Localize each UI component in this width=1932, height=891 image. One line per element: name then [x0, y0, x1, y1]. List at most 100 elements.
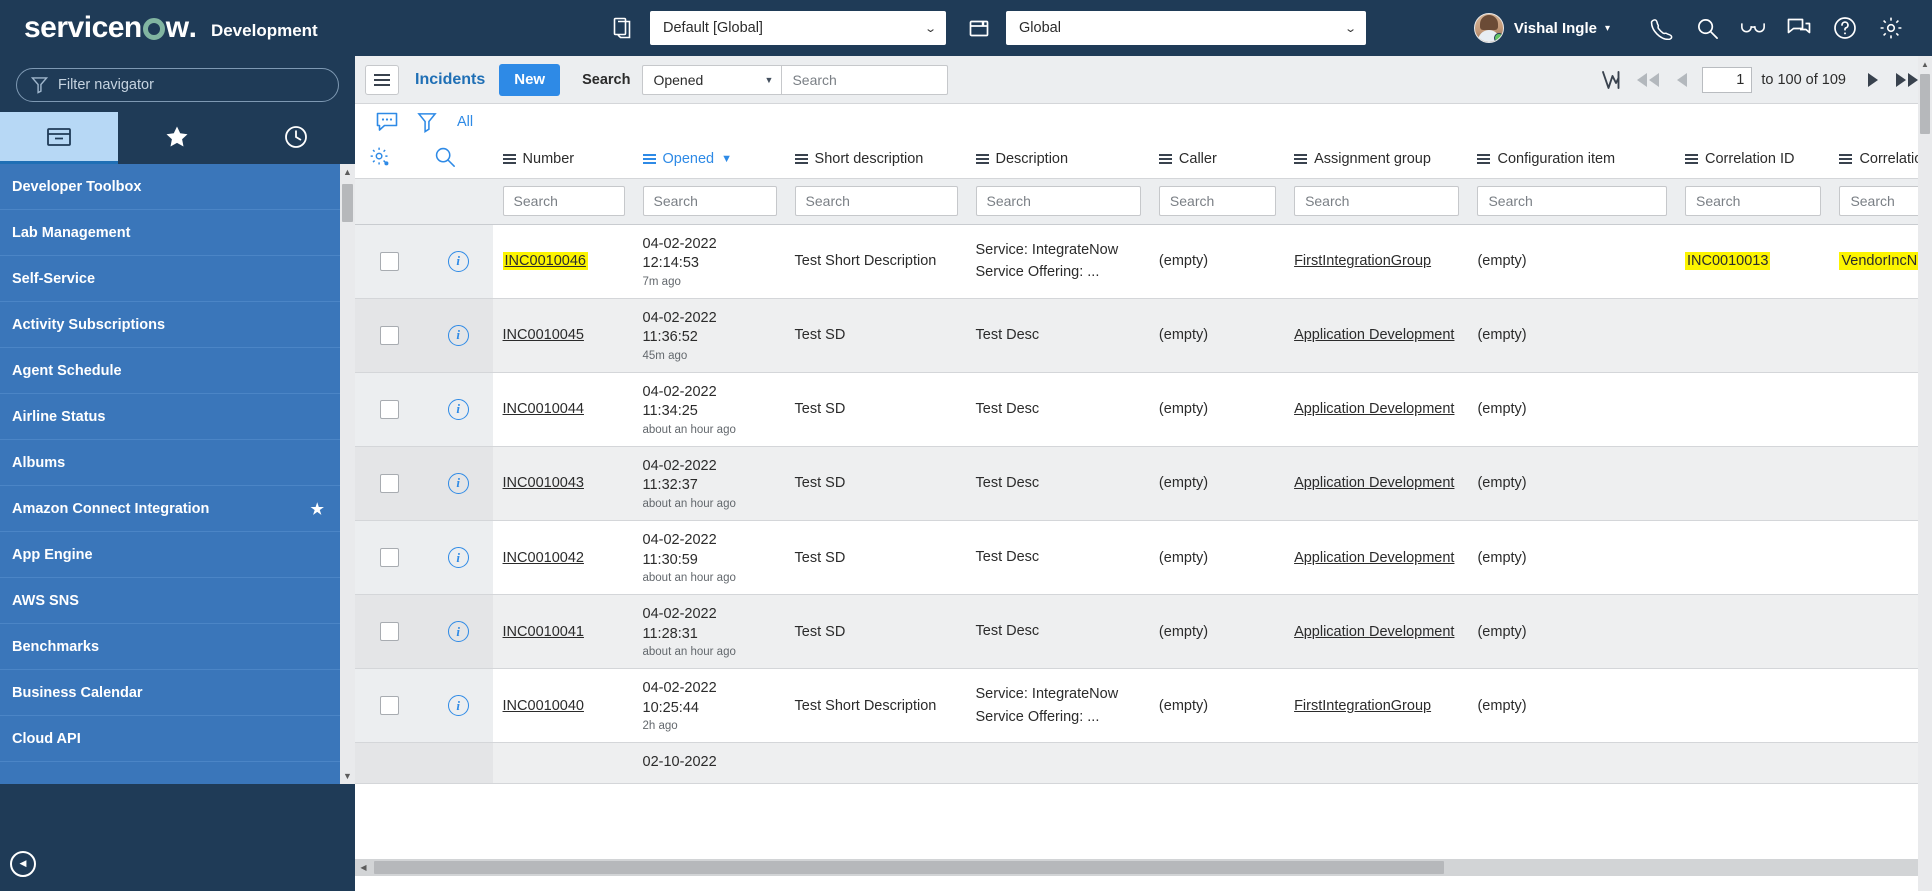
copy-pages-icon[interactable]	[608, 13, 638, 43]
column-menu-icon[interactable]	[502, 153, 516, 164]
row-checkbox[interactable]	[379, 251, 399, 271]
page-scroll-thumb[interactable]	[1920, 74, 1930, 134]
sidebar-item[interactable]: App Engine	[0, 532, 340, 578]
assignment-group-value[interactable]: Application Development	[1294, 327, 1454, 343]
assignment-group-value[interactable]: Application Development	[1294, 550, 1454, 566]
column-header-description[interactable]: Description	[965, 140, 1149, 179]
assignment-group-value[interactable]: FirstIntegrationGroup	[1294, 253, 1431, 269]
sidebar-tab-all-applications[interactable]	[0, 112, 119, 164]
filter-input-configuration-item[interactable]	[1477, 186, 1667, 216]
row-checkbox[interactable]	[379, 696, 399, 716]
row-checkbox[interactable]	[379, 473, 399, 493]
page-scrollbar[interactable]: ▲	[1918, 56, 1932, 891]
filter-input-short-description[interactable]	[794, 186, 958, 216]
column-menu-icon[interactable]	[975, 153, 989, 164]
incident-number-link[interactable]: INC0010042	[503, 550, 584, 566]
search-icon[interactable]	[1684, 10, 1730, 46]
first-page-button[interactable]	[1631, 65, 1665, 95]
hamburger-icon[interactable]	[365, 64, 399, 95]
sidebar-item[interactable]: Benchmarks	[0, 624, 340, 670]
table-row[interactable]: i INC0010041 04-02-2022 11:28:31 about an ho…	[355, 594, 1918, 670]
filter-input-opened[interactable]	[642, 186, 777, 216]
info-icon[interactable]: i	[447, 547, 469, 569]
scope-picker[interactable]: Global ⌄	[1006, 11, 1366, 45]
filter-input-assignment-group[interactable]	[1294, 186, 1460, 216]
funnel-icon[interactable]	[407, 107, 447, 137]
table-row[interactable]: i INC0010040 04-02-2022 10:25:44 2h ago Test …	[355, 668, 1918, 744]
sidebar-item[interactable]: Business Calendar	[0, 670, 340, 716]
column-header-opened[interactable]: Opened ▼	[632, 140, 785, 179]
sidebar-item[interactable]: Cloud API	[0, 716, 340, 762]
incident-number-link[interactable]: INC0010040	[503, 698, 584, 714]
filter-input-number[interactable]	[502, 186, 625, 216]
application-picker[interactable]: Default [Global] ⌄	[650, 11, 946, 45]
user-menu[interactable]: Vishal Ingle ▾	[1473, 13, 1610, 43]
sidebar-item[interactable]: Amazon Connect Integration ★	[0, 486, 340, 532]
incident-number-link[interactable]: INC0010044	[503, 401, 584, 417]
table-row[interactable]: i INC0010045 04-02-2022 11:36:52 45m ago Test…	[355, 298, 1918, 373]
table-row[interactable]: i INC0010046 04-02-2022 12:14:53 7m ago Test …	[355, 224, 1918, 299]
sidebar-scrollbar[interactable]: ▲ ▼	[340, 164, 355, 784]
column-menu-icon[interactable]	[1477, 153, 1491, 164]
scroll-left-arrow[interactable]: ◀	[355, 859, 372, 876]
incident-number-link[interactable]: INC0010043	[503, 475, 584, 491]
search-input[interactable]	[782, 64, 949, 95]
filter-input-caller[interactable]	[1158, 186, 1277, 216]
brand-logo[interactable]: servicen w . Development	[0, 11, 318, 45]
sidebar-item[interactable]: Agent Schedule	[0, 348, 340, 394]
breadcrumb[interactable]: All	[457, 114, 473, 130]
search-field-select[interactable]: Opened ▼	[642, 64, 783, 95]
assignment-group-value[interactable]: Application Development	[1294, 475, 1454, 491]
info-icon[interactable]: i	[447, 324, 469, 346]
filter-input-description[interactable]	[975, 186, 1141, 216]
row-checkbox[interactable]	[379, 548, 399, 568]
sidebar-item[interactable]: Self-Service	[0, 256, 340, 302]
horizontal-scroll-thumb[interactable]	[374, 861, 1444, 874]
sidebar-item[interactable]: Activity Subscriptions	[0, 302, 340, 348]
assignment-group-value[interactable]: FirstIntegrationGroup	[1294, 698, 1431, 714]
column-header-correlation-display[interactable]: Correlation display	[1829, 140, 1918, 179]
sidebar-item[interactable]: Albums	[0, 440, 340, 486]
sidebar-item[interactable]: AWS SNS	[0, 578, 340, 624]
comment-icon[interactable]	[367, 107, 407, 137]
incident-number-link[interactable]: INC0010046	[502, 252, 588, 271]
new-button[interactable]: New	[499, 63, 561, 96]
scroll-up-arrow[interactable]: ▲	[340, 164, 355, 180]
table-row-partial[interactable]: 02-10-2022	[355, 742, 1918, 784]
info-icon[interactable]: i	[447, 398, 469, 420]
run-chart-icon[interactable]	[1597, 65, 1631, 95]
star-icon[interactable]: ★	[311, 500, 324, 518]
column-menu-icon[interactable]	[1294, 153, 1308, 164]
page-number-input[interactable]	[1702, 66, 1753, 93]
sidebar-item[interactable]: Developer Toolbox	[0, 164, 340, 210]
assignment-group-value[interactable]: Application Development	[1294, 401, 1454, 417]
scroll-thumb[interactable]	[342, 184, 353, 222]
row-checkbox[interactable]	[379, 622, 399, 642]
help-icon[interactable]	[1822, 10, 1868, 46]
filter-input-correlation-id[interactable]	[1685, 186, 1822, 216]
column-header-caller[interactable]: Caller	[1148, 140, 1285, 179]
glasses-icon[interactable]	[1730, 10, 1776, 46]
column-menu-icon[interactable]	[1685, 153, 1698, 164]
row-checkbox[interactable]	[379, 325, 399, 345]
search-toggle-header[interactable]	[423, 140, 493, 179]
assignment-group-value[interactable]: Application Development	[1294, 624, 1454, 640]
sidebar-tab-favorites[interactable]	[118, 112, 236, 164]
column-header-number[interactable]: Number	[492, 140, 633, 179]
info-icon[interactable]: i	[447, 621, 469, 643]
window-icon[interactable]	[964, 13, 994, 43]
sidebar-item[interactable]: Airline Status	[0, 394, 340, 440]
horizontal-scrollbar[interactable]: ◀	[355, 859, 1918, 876]
incident-number-link[interactable]: INC0010041	[503, 624, 584, 640]
column-header-short-description[interactable]: Short description	[784, 140, 966, 179]
sidebar-item[interactable]: Lab Management	[0, 210, 340, 256]
table-row[interactable]: i INC0010042 04-02-2022 11:30:59 about an ho…	[355, 520, 1918, 596]
column-menu-icon[interactable]	[642, 153, 656, 164]
incident-number-link[interactable]: INC0010045	[503, 327, 584, 343]
column-menu-icon[interactable]	[1839, 153, 1853, 164]
column-header-configuration-item[interactable]: Configuration item	[1467, 140, 1675, 179]
collapse-sidebar-button[interactable]: ◀	[10, 850, 36, 877]
phone-icon[interactable]	[1638, 10, 1684, 46]
table-row[interactable]: i INC0010043 04-02-2022 11:32:37 about an ho…	[355, 446, 1918, 522]
row-checkbox[interactable]	[379, 399, 399, 419]
